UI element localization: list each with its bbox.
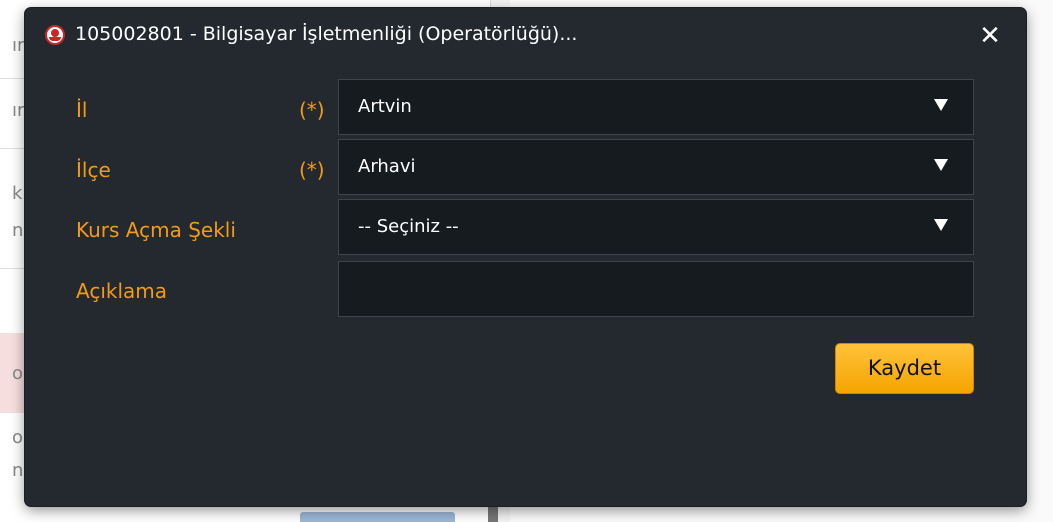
course-location-dialog: 105002801 - Bilgisayar İşletmenliği (Ope… [25,8,1026,506]
kurs-acma-sekli-label: Kurs Açma Şekli [76,218,236,242]
close-button[interactable]: ✕ [976,22,1004,50]
ilce-select[interactable]: Arhavi [338,139,974,195]
il-required-mark: (*) [299,98,325,122]
background-button [300,512,455,522]
background-text-fragment: n [12,460,24,481]
dropdown-arrow-icon [934,219,948,231]
dropdown-arrow-icon [934,159,948,171]
dialog-titlebar: 105002801 - Bilgisayar İşletmenliği (Ope… [25,8,1026,60]
kurs-acma-sekli-selected-value: -- Seçiniz -- [358,216,459,237]
il-selected-value: Artvin [358,96,412,117]
background-text-fragment: o [12,363,24,384]
il-label: İl [76,98,88,122]
background-text-fragment: k [12,183,23,204]
save-button[interactable]: Kaydet [835,343,974,394]
kurs-acma-sekli-select[interactable]: -- Seçiniz -- [338,199,974,255]
ilce-selected-value: Arhavi [358,156,416,177]
background-scroll-divider [488,505,498,522]
background-text-fragment: n [12,220,24,241]
background-text-fragment: ır [12,100,25,121]
background-text-fragment: ır [12,35,25,56]
dropdown-arrow-icon [934,99,948,111]
aciklama-label: Açıklama [76,279,168,303]
aciklama-input[interactable] [338,261,974,317]
il-select[interactable]: Artvin [338,79,974,135]
meb-logo-icon [45,25,65,45]
ilce-label: İlçe [76,158,111,182]
dialog-title: 105002801 - Bilgisayar İşletmenliği (Ope… [75,23,578,45]
ilce-required-mark: (*) [299,158,325,182]
background-text-fragment: o [12,427,24,448]
